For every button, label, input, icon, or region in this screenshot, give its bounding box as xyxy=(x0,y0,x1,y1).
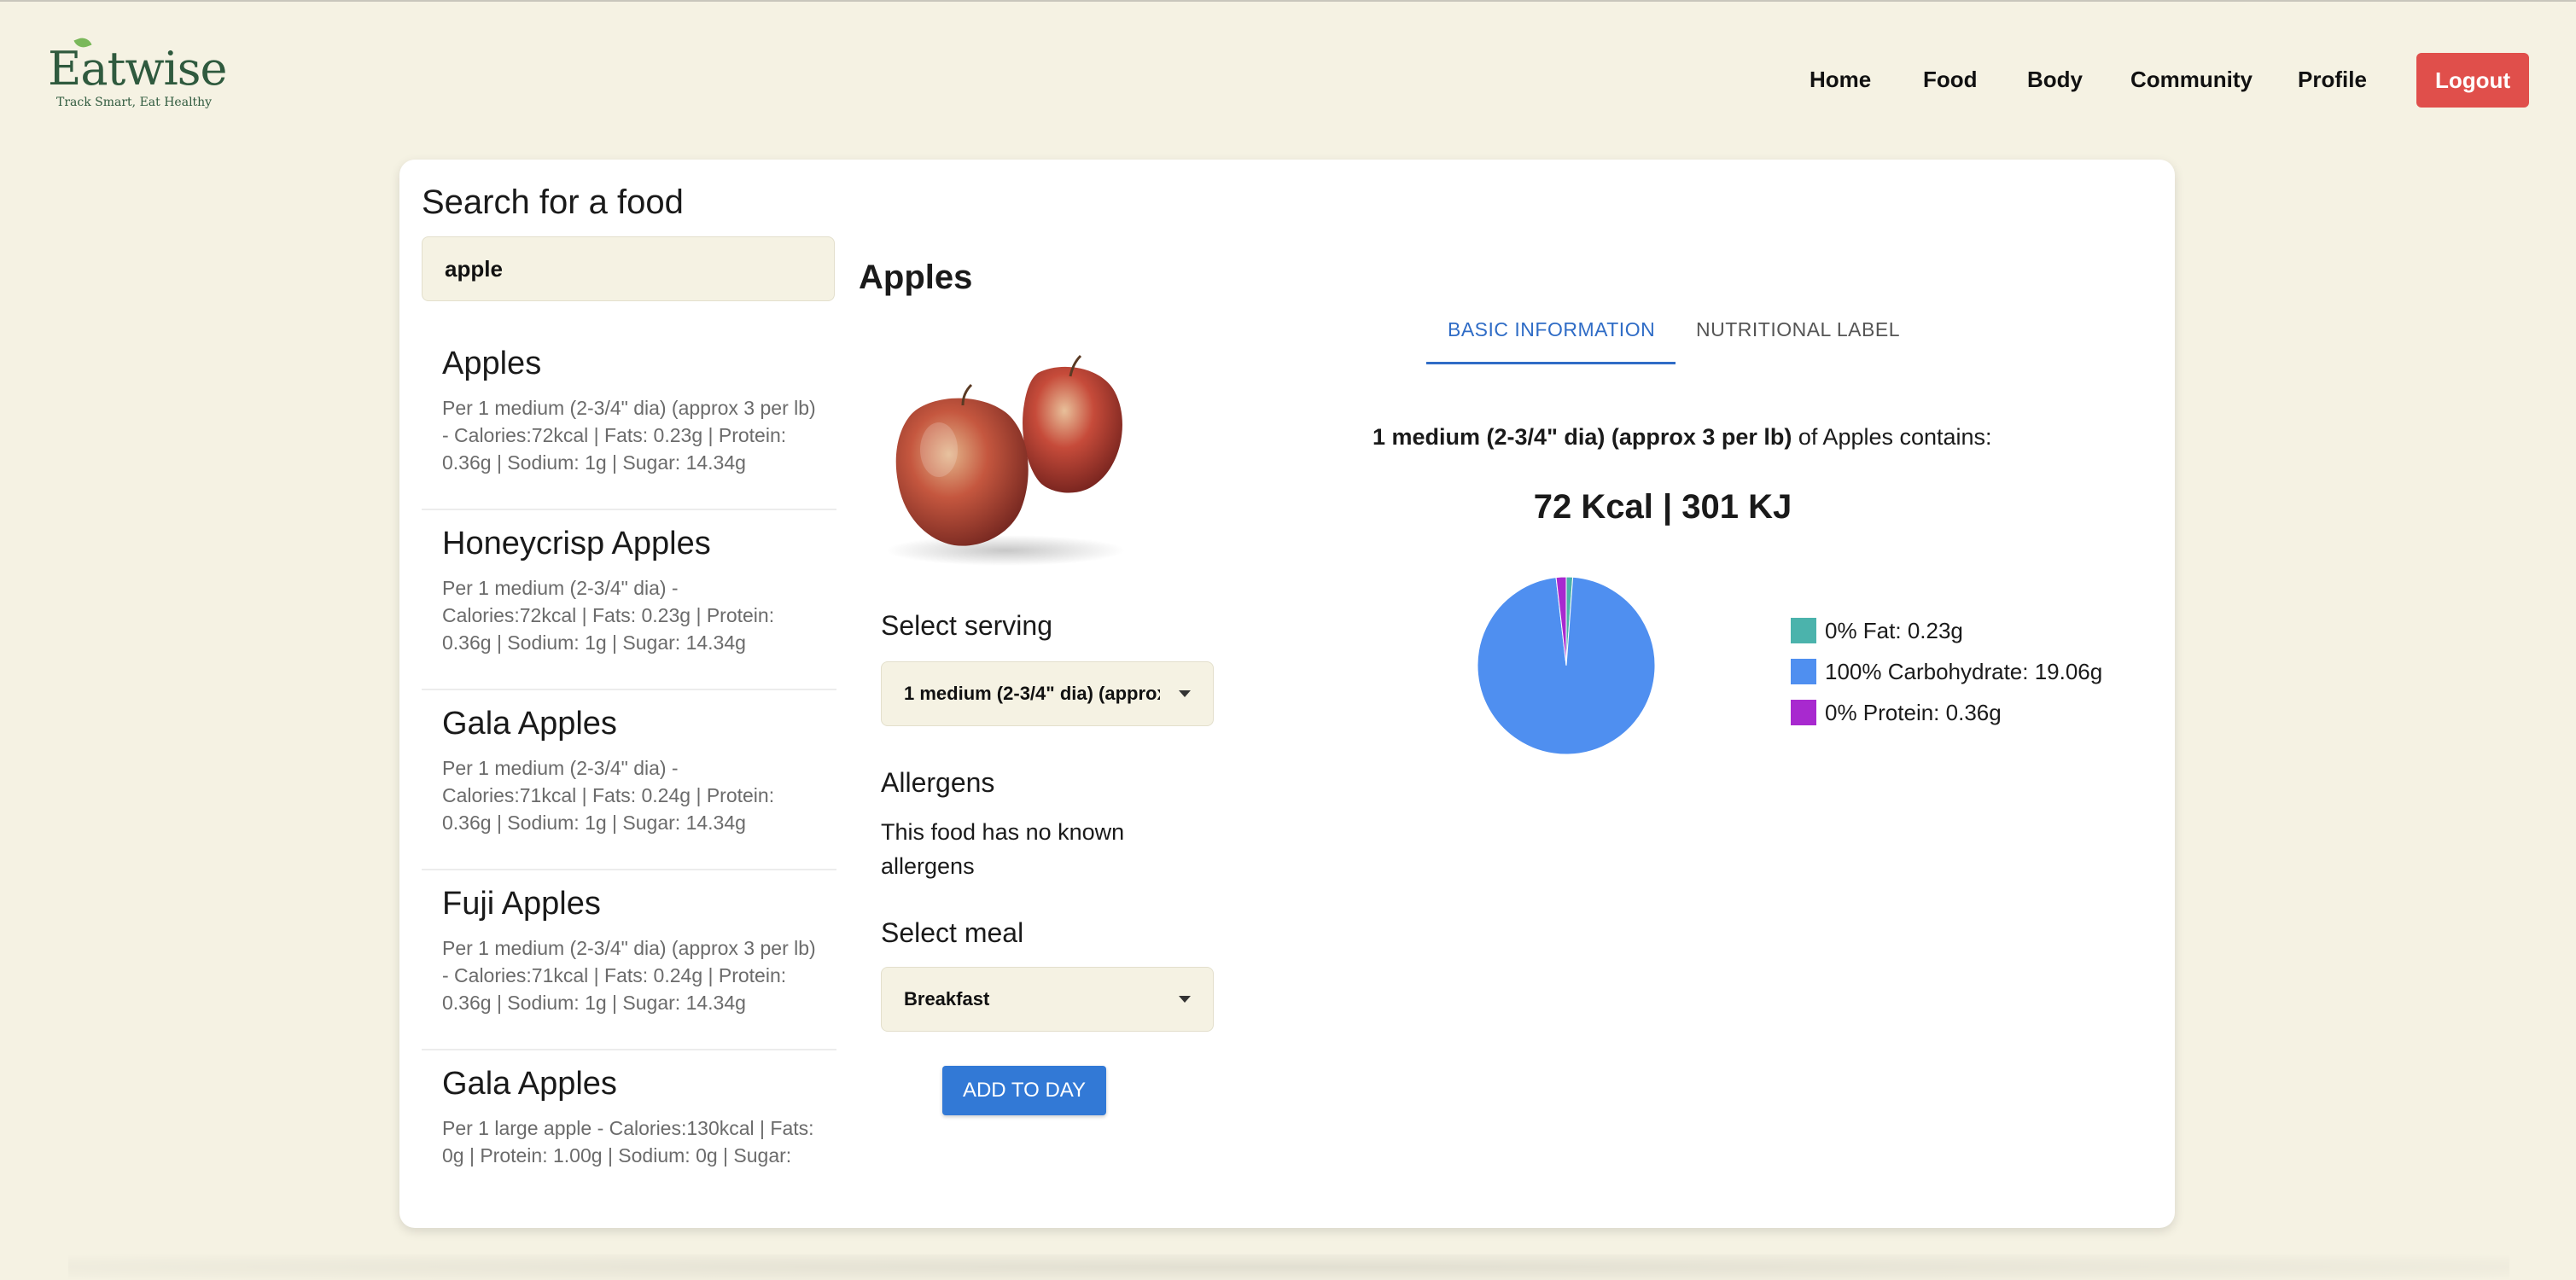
legend-swatch-fat xyxy=(1791,618,1816,643)
legend-item-fat: 0% Fat: 0.23g xyxy=(1791,610,2102,651)
logo-tagline: Track Smart, Eat Healthy xyxy=(56,96,213,109)
eatwise-logo[interactable]: Eatwise Track Smart, Eat Healthy xyxy=(48,35,227,109)
serving-summary-suffix: of Apples contains: xyxy=(1792,424,1992,450)
result-item[interactable]: Fuji Apples Per 1 medium (2-3/4" dia) (a… xyxy=(422,870,836,1050)
macro-legend: 0% Fat: 0.23g 100% Carbohydrate: 19.06g … xyxy=(1791,610,2102,733)
serving-summary: 1 medium (2-3/4" dia) (approx 3 per lb) … xyxy=(1373,424,2141,451)
result-name: Gala Apples xyxy=(442,1066,617,1102)
select-serving-label: Select serving xyxy=(881,610,1052,641)
dropdown-caret-icon xyxy=(1179,996,1191,1003)
legend-swatch-protein xyxy=(1791,700,1816,725)
result-name: Gala Apples xyxy=(442,706,617,742)
logout-button[interactable]: Logout xyxy=(2416,53,2529,108)
window-top-border xyxy=(0,0,2576,2)
serving-select-value: 1 medium (2-3/4" dia) (approx 3 per lb) xyxy=(904,683,1160,704)
active-tab-indicator xyxy=(1426,362,1676,364)
food-search-input[interactable] xyxy=(422,236,835,301)
legend-label-protein: 0% Protein: 0.36g xyxy=(1825,699,2002,725)
legend-label-fat: 0% Fat: 0.23g xyxy=(1825,617,1963,643)
legend-swatch-carbohydrate xyxy=(1791,659,1816,684)
nav-community[interactable]: Community xyxy=(2130,67,2253,93)
result-name: Apples xyxy=(442,346,542,381)
dropdown-caret-icon xyxy=(1179,690,1191,697)
macro-pie-chart xyxy=(1477,576,1656,755)
result-item[interactable]: Gala Apples Per 1 large apple - Calories… xyxy=(422,1050,836,1218)
tab-nutritional-label[interactable]: NUTRITIONAL LABEL xyxy=(1696,318,1900,341)
logo-wordmark: Eatwise xyxy=(48,35,227,92)
result-item[interactable]: Honeycrisp Apples Per 1 medium (2-3/4" d… xyxy=(422,510,836,690)
energy-total: 72 Kcal | 301 KJ xyxy=(1533,488,1792,526)
nav-food[interactable]: Food xyxy=(1923,67,1978,93)
select-meal-label: Select meal xyxy=(881,917,1024,948)
result-description: Per 1 large apple - Calories:130kcal | F… xyxy=(442,1117,814,1167)
serving-summary-amount: 1 medium (2-3/4" dia) (approx 3 per lb) xyxy=(1373,424,1792,450)
allergens-heading: Allergens xyxy=(881,767,995,798)
nav-body[interactable]: Body xyxy=(2027,67,2083,93)
food-title: Apples xyxy=(859,259,973,296)
result-description: Per 1 medium (2-3/4" dia) (approx 3 per … xyxy=(442,937,816,1014)
result-name: Honeycrisp Apples xyxy=(442,526,711,561)
result-description: Per 1 medium (2-3/4" dia) - Calories:72k… xyxy=(442,577,775,654)
legend-item-carbohydrate: 100% Carbohydrate: 19.06g xyxy=(1791,651,2102,692)
result-item[interactable]: Apples Per 1 medium (2-3/4" dia) (approx… xyxy=(422,330,836,510)
food-search-card: Search for a food Apples Per 1 medium (2… xyxy=(399,160,2175,1228)
allergens-text: This food has no known allergens xyxy=(881,819,1125,879)
result-item[interactable]: Gala Apples Per 1 medium (2-3/4" dia) - … xyxy=(422,690,836,870)
result-name: Fuji Apples xyxy=(442,886,601,922)
legend-item-protein: 0% Protein: 0.36g xyxy=(1791,692,2102,733)
nav-home[interactable]: Home xyxy=(1810,67,1871,93)
add-to-day-button[interactable]: ADD TO DAY xyxy=(942,1066,1106,1115)
logo-text: Eatwise xyxy=(48,42,227,96)
apples-image xyxy=(877,347,1142,569)
legend-label-carbohydrate: 100% Carbohydrate: 19.06g xyxy=(1825,658,2103,684)
result-description: Per 1 medium (2-3/4" dia) - Calories:71k… xyxy=(442,757,775,834)
meal-select[interactable]: Breakfast xyxy=(881,967,1214,1032)
tab-basic-information[interactable]: BASIC INFORMATION xyxy=(1448,318,1655,341)
search-title: Search for a food xyxy=(422,183,684,221)
serving-select[interactable]: 1 medium (2-3/4" dia) (approx 3 per lb) xyxy=(881,661,1214,726)
meal-select-value: Breakfast xyxy=(904,988,990,1009)
search-results-list[interactable]: Apples Per 1 medium (2-3/4" dia) (approx… xyxy=(422,330,836,1218)
result-description: Per 1 medium (2-3/4" dia) (approx 3 per … xyxy=(442,397,816,474)
nav-profile[interactable]: Profile xyxy=(2298,67,2367,93)
